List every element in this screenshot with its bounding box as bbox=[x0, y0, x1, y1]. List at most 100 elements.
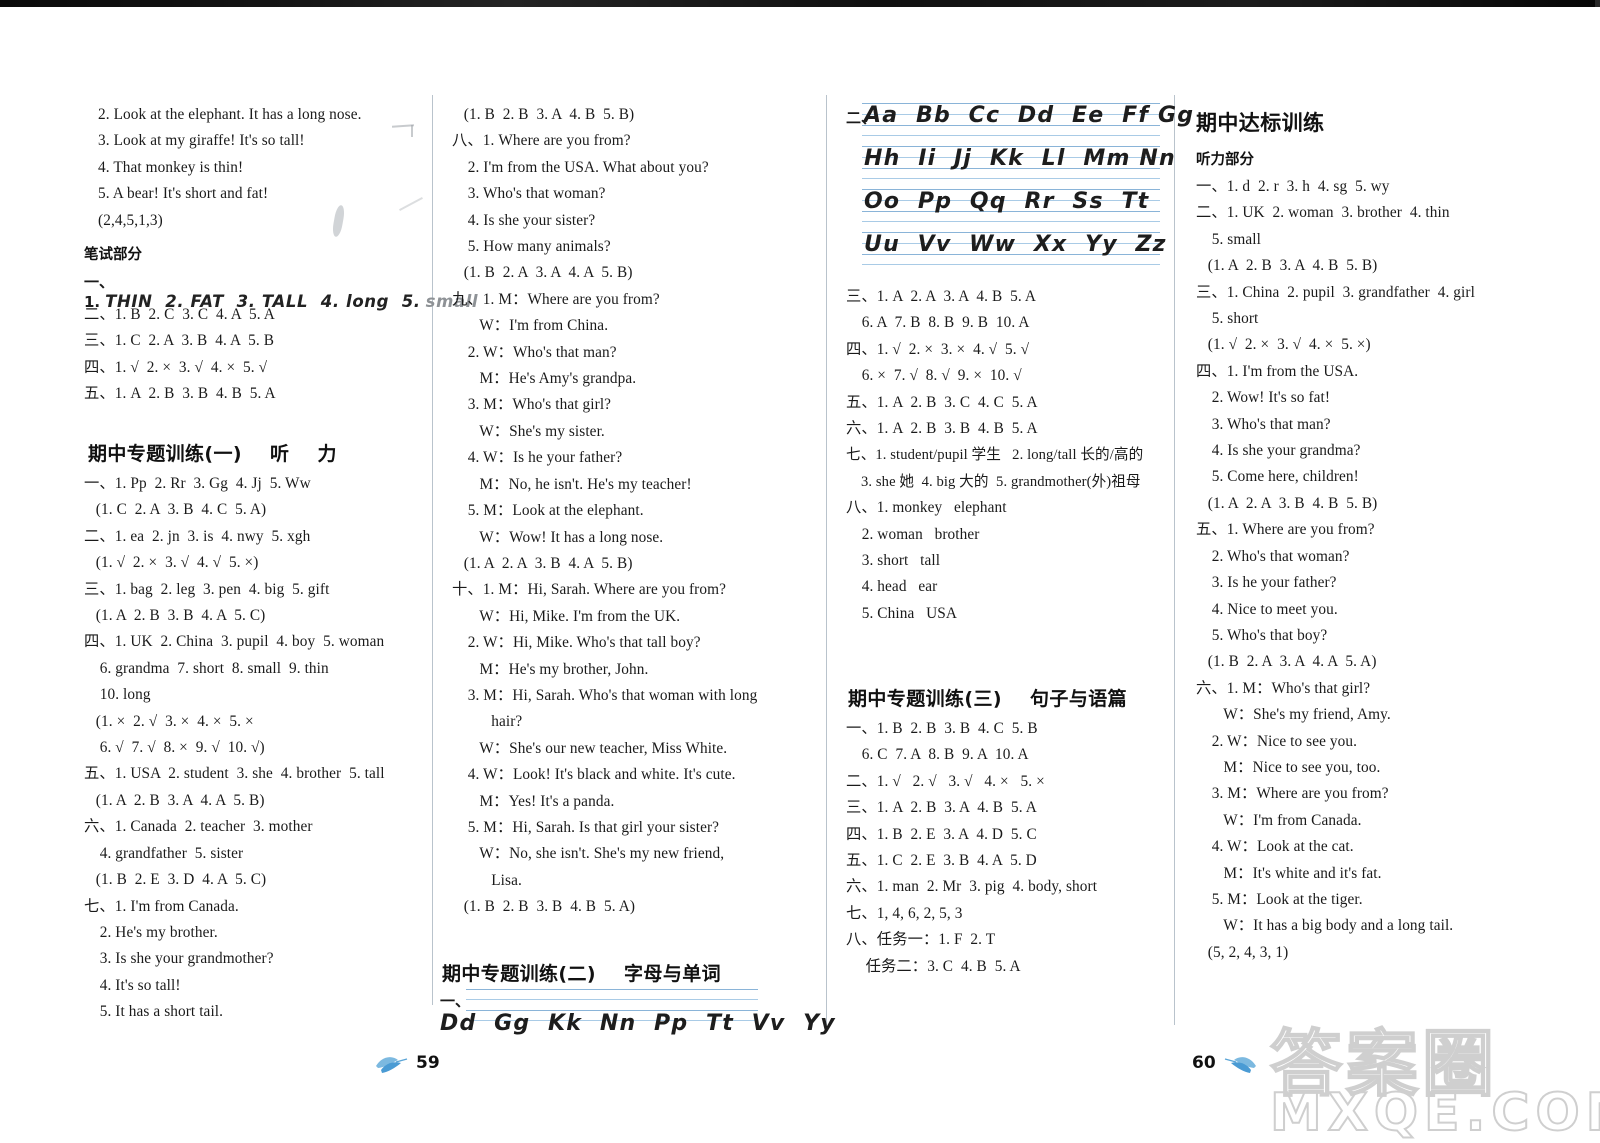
answer-line: 3. M：Where are you from? bbox=[1196, 785, 1389, 803]
answer-line: 4. W：Look at the cat. bbox=[1196, 838, 1354, 856]
answer-line: 5. Come here, children! bbox=[1196, 468, 1359, 486]
answer-line: 三、1. A 2. A 3. A 4. B 5. A bbox=[846, 288, 1036, 305]
col2-handwritten-letters-line: 一、Dd Gg Kk Nn Pp Tt Vv Yy bbox=[440, 990, 836, 1036]
answer-line: 三、1. China 2. pupil 3. grandfather 4. gi… bbox=[1196, 283, 1475, 301]
answer-line: 一、1. B 2. B 3. B 4. C 5. B bbox=[846, 720, 1038, 737]
col4-body: 一、1. d 2. r 3. h 4. sg 5. wy 二、1. UK 2. … bbox=[1196, 174, 1475, 978]
answer-line: 10. long bbox=[84, 686, 151, 704]
answer-line: 六、1. Canada 2. teacher 3. mother bbox=[84, 818, 313, 836]
answer-line: Lisa. bbox=[452, 871, 522, 889]
col2-body: (1. B 2. B 3. A 4. B 5. B) 八、1. Where ar… bbox=[452, 102, 757, 921]
answer-line: 3. Who's that man? bbox=[1196, 415, 1331, 433]
answer-line: 三、1. bag 2. leg 3. pen 4. big 5. gift bbox=[84, 580, 330, 598]
answer-line: 4. grandfather 5. sister bbox=[84, 844, 244, 862]
answer-line: 5. M：Look at the tiger. bbox=[1196, 890, 1363, 908]
answer-line: 3. M：Who's that girl? bbox=[452, 396, 612, 414]
answer-line: 二、1. ea 2. jn 3. is 4. nwy 5. xgh bbox=[84, 527, 311, 545]
answer-line: 四、1. I'm from the USA. bbox=[1196, 362, 1359, 380]
section-title-midterm-standard-training: 期中达标训练 bbox=[1196, 111, 1325, 135]
answer-line: 3. Is she your grandmother? bbox=[84, 950, 274, 968]
answer-line: (1. A 2. A 3. B 4. B 5. B) bbox=[1196, 494, 1378, 512]
answer-line: W：I'm from China. bbox=[452, 317, 609, 335]
handwritten-alphabet-row: Uu Vv Ww Xx Yy Zz bbox=[864, 232, 1167, 257]
answer-line: (1. √ 2. × 3. √ 4. × 5. ×) bbox=[1196, 336, 1371, 354]
answer-line: 5. Who's that boy? bbox=[1196, 626, 1328, 644]
answer-line: 2. W：Who's that man? bbox=[452, 343, 617, 361]
answer-line: 2. woman brother bbox=[846, 525, 980, 543]
answer-line: 六、1. A 2. B 3. B 4. B 5. A bbox=[846, 420, 1038, 438]
answer-line: (1. B 2. A 3. A 4. A 5. A) bbox=[1196, 653, 1377, 671]
handwritten-alphabet-row: Oo Pp Qq Rr Ss Tt bbox=[864, 189, 1150, 214]
answer-line: 七、1. student/pupil 学生 2. long/tall 长的/高的 bbox=[846, 447, 1144, 464]
answer-line: 6. √ 7. √ 8. × 9. √ 10. √) bbox=[84, 739, 265, 757]
answer-line: 2. W：Nice to see you. bbox=[1196, 732, 1358, 750]
answer-line: 5. M：Hi, Sarah. Is that girl your sister… bbox=[452, 818, 720, 836]
watermark-english: MXQE.COM bbox=[1269, 1082, 1600, 1143]
answer-line: 4. Is she your grandma? bbox=[1196, 442, 1361, 460]
answer-line: (1. A 2. A 3. B 4. A 5. B) bbox=[452, 554, 633, 572]
answer-line: (1. A 2. B 3. A 4. A 5. B) bbox=[84, 791, 265, 809]
answer-line: W：I'm from Canada. bbox=[1196, 811, 1362, 829]
answer-line: 五、1. USA 2. student 3. she 4. brother 5.… bbox=[84, 765, 385, 783]
answer-line: M：He's my brother, John. bbox=[452, 660, 649, 678]
answer-line: 一、1. Pp 2. Rr 3. Gg 4. Jj 5. Ww bbox=[84, 475, 311, 492]
answer-line: M：It's white and it's fat. bbox=[1196, 864, 1382, 882]
answer-line: 十、1. M：Hi, Sarah. Where are you from? bbox=[452, 581, 727, 599]
answer-line: W：She's my friend, Amy. bbox=[1196, 706, 1391, 724]
scanned-page: 2. Look at the elephant. It has a long n… bbox=[0, 7, 1600, 1143]
scan-top-edge-artifact bbox=[0, 0, 1600, 7]
answer-line: (5, 2, 4, 3, 1) bbox=[1196, 943, 1289, 961]
answer-line: W：Wow! It has a long nose. bbox=[452, 528, 664, 546]
watermark-chinese: 答案圈 bbox=[1269, 1021, 1499, 1107]
answer-line: 6. C 7. A 8. B 9. A 10. A bbox=[846, 746, 1029, 764]
col3-section-body: 一、1. B 2. B 3. B 4. C 5. B 6. C 7. A 8. … bbox=[846, 716, 1097, 980]
answer-line: 2. W：Hi, Mike. Who's that tall boy? bbox=[452, 634, 701, 652]
answer-line: 3. short tall bbox=[846, 552, 941, 570]
answer-line: M：No, he isn't. He's my teacher! bbox=[452, 475, 692, 493]
page-number-left: 59 bbox=[416, 1053, 440, 1073]
stray-pencil-mark-2 bbox=[411, 125, 413, 137]
answer-line: (1. A 2. B 3. A 4. B 5. B) bbox=[1196, 257, 1378, 275]
column-separator-2 bbox=[826, 95, 827, 1025]
col3-body: 三、1. A 2. A 3. A 4. B 5. A 6. A 7. B 8. … bbox=[846, 284, 1143, 627]
leaf-ornament-left bbox=[376, 1057, 408, 1073]
answer-line: 6. A 7. B 8. B 9. B 10. A bbox=[846, 314, 1030, 332]
answer-line: 三、1. C 2. A 3. B 4. A 5. B bbox=[84, 332, 274, 350]
answer-line: 4. W：Is he your father? bbox=[452, 449, 623, 467]
answer-line: 一、1. d 2. r 3. h 4. sg 5. wy bbox=[1196, 178, 1390, 195]
answer-line: (1. × 2. √ 3. × 4. × 5. × bbox=[84, 712, 254, 730]
column-separator-3 bbox=[1174, 95, 1175, 1025]
answer-line: 五、1. A 2. B 3. C 4. C 5. A bbox=[846, 393, 1038, 411]
answer-line: 四、1. √ 2. × 3. √ 4. × 5. √ bbox=[84, 358, 268, 376]
answer-line: 2. Look at the elephant. It has a long n… bbox=[98, 106, 362, 123]
answer-line: 4. That monkey is thin! bbox=[98, 158, 244, 176]
answer-line: (2,4,5,1,3) bbox=[98, 211, 163, 229]
answer-line: hair? bbox=[452, 713, 523, 731]
column-separator-1 bbox=[432, 95, 433, 1005]
answer-line: 四、1. UK 2. China 3. pupil 4. boy 5. woma… bbox=[84, 633, 385, 651]
answer-line: 4. It's so tall! bbox=[84, 976, 181, 994]
answer-line: 八、1. Where are you from? bbox=[452, 132, 631, 150]
answer-line: (1. B 2. B 3. A 4. B 5. B) bbox=[452, 106, 635, 123]
answer-line: 5. How many animals? bbox=[452, 238, 611, 256]
answer-line: 二、1. B 2. C 3. C 4. A 5. A bbox=[84, 306, 275, 323]
section-title-midterm-special-2: 期中专题训练(二) 字母与单词 bbox=[442, 963, 722, 985]
answer-line: (1. B 2. E 3. D 4. A 5. C) bbox=[84, 871, 267, 889]
leaf-ornament-right bbox=[1224, 1057, 1256, 1073]
answer-line: 二、1. UK 2. woman 3. brother 4. thin bbox=[1196, 204, 1450, 222]
answer-line: (1. B 2. B 3. B 4. B 5. A) bbox=[452, 898, 636, 916]
answer-line: M：He's Amy's grandpa. bbox=[452, 370, 637, 388]
answer-line: 6. × 7. √ 8. √ 9. × 10. √ bbox=[846, 367, 1022, 385]
answer-line: 六、1. M：Who's that girl? bbox=[1196, 679, 1371, 697]
answer-line: 5. A bear! It's short and fat! bbox=[98, 185, 269, 203]
col1-listening-tail: 2. Look at the elephant. It has a long n… bbox=[84, 102, 362, 234]
answer-line: W：Hi, Mike. I'm from the UK. bbox=[452, 607, 681, 625]
col1-written-answers: 二、1. B 2. C 3. C 4. A 5. A 三、1. C 2. A 3… bbox=[84, 302, 276, 408]
written-part-heading: 笔试部分 bbox=[84, 247, 142, 263]
answer-line: 3. Who's that woman? bbox=[452, 185, 606, 203]
answer-line: 5. China USA bbox=[846, 604, 958, 622]
answer-line: 五、1. A 2. B 3. B 4. B 5. A bbox=[84, 385, 276, 403]
answer-line: 任务二：3. C 4. B 5. A bbox=[846, 957, 1021, 975]
section-title-midterm-special-3: 期中专题训练(三) 句子与语篇 bbox=[848, 688, 1128, 710]
answer-line: (1. √ 2. × 3. √ 4. √ 5. ×) bbox=[84, 554, 259, 572]
